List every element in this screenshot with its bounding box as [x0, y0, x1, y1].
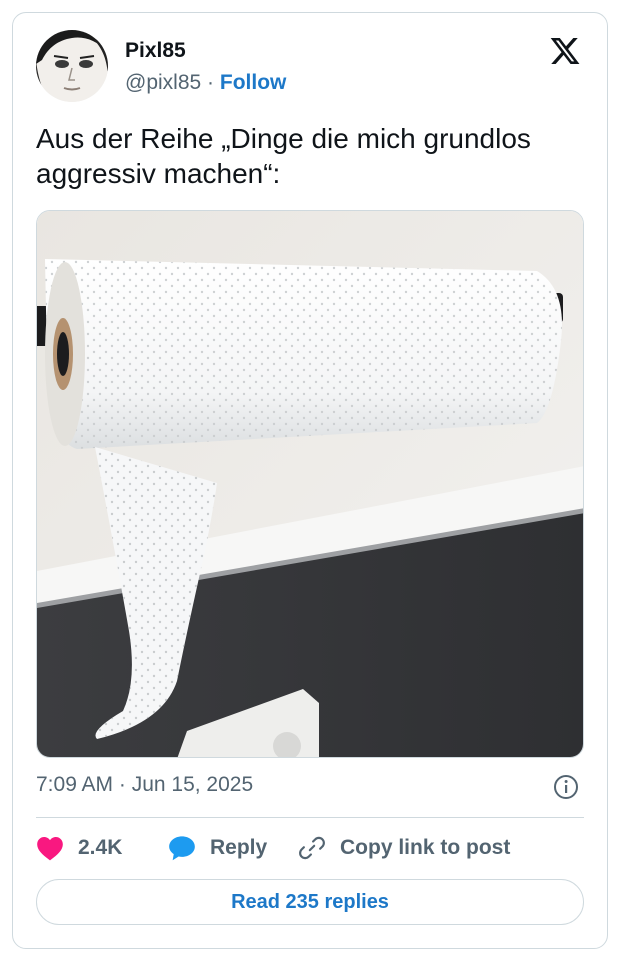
reply-button[interactable]: Reply [168, 831, 267, 865]
avatar[interactable] [36, 30, 108, 102]
follow-link[interactable]: Follow [220, 71, 287, 94]
paper-towel-roll-photo [37, 211, 583, 757]
author-name[interactable]: Pixl85 [125, 39, 186, 63]
tweet-timestamp[interactable]: 7:09 AM · Jun 15, 2025 [36, 773, 253, 797]
read-replies-button[interactable]: Read 235 replies [36, 879, 584, 925]
like-button[interactable]: 2.4K [36, 831, 122, 865]
tweet-text: Aus der Reihe „Dinge die mich grundlos a… [36, 123, 531, 189]
reply-label: Reply [210, 836, 268, 859]
tweet-actions-bar: 2.4K Reply Copy link to post [36, 831, 596, 865]
face-portrait-avatar-icon [36, 30, 108, 102]
reply-bubble-icon [169, 836, 195, 861]
info-icon[interactable] [553, 774, 579, 800]
author-handle-row: @pixl85 · Follow [125, 71, 286, 95]
tweet-media-photo[interactable] [36, 210, 584, 758]
tweet-embed-card: Pixl85 @pixl85 · Follow Aus der Reihe „D… [12, 12, 608, 949]
author-handle[interactable]: @pixl85 [125, 71, 201, 94]
like-count: 2.4K [78, 836, 123, 859]
divider [36, 817, 584, 818]
copy-link-label: Copy link to post [340, 836, 511, 859]
copy-link-button[interactable]: Copy link to post [298, 831, 510, 865]
link-icon [299, 836, 325, 860]
heart-icon [37, 837, 63, 861]
handle-separator: · [207, 71, 215, 94]
x-logo-icon[interactable] [549, 35, 581, 67]
